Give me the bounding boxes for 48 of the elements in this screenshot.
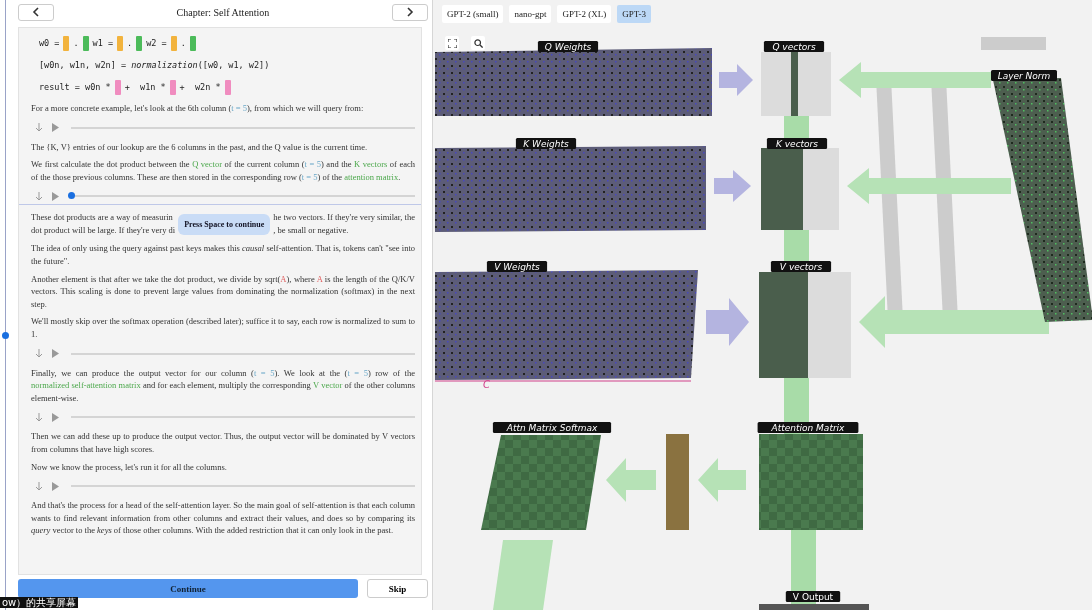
model-tab[interactable]: GPT-2 (XL) [557,5,612,23]
code-text: [w0n, w1n, w2n] = normalization([w0, w1, w2]) [39,60,270,70]
tooltip: Press Space to continue [178,213,271,235]
code-text: . [180,38,186,48]
block-label: Attention Matrix [757,422,859,433]
paragraph-fragment: , be small or negative. [273,224,349,238]
continue-button[interactable]: Continue [18,579,358,598]
dimension-label: C [483,379,490,390]
paragraph-fragment: he two vectors. If they're very similar, the [273,211,415,225]
paragraph: The {K, V} entries of our lookup are the 6 columns in the past, and the Q value is the current time. [31,140,369,154]
link[interactable]: V vector [312,380,343,391]
code-text: w2 = [146,38,167,48]
code-text: . [73,38,79,48]
paragraph: We first calculate the dot product between the Q vector of the current column (t = 5) and the K vectors of each of the those previous columns. These are then stored in the corresponding row (t = 5) of the attention matrix. [31,158,415,184]
screen-share-notice: ow）的共享屏幕 [0,597,79,608]
model-tab[interactable]: nano-gpt [509,5,552,23]
link[interactable]: normalized self-attention matrix [31,380,141,391]
block-label: V Weights [486,261,548,272]
paragraph: Another element is that after we take the dot product, we divide by sqrt(A), where A is the length of the Q/K/V vectors. This scaling is done to prevent large values from dominating the normalization (softmax) in the next step. [31,272,415,311]
code-text: + w1n * [124,82,166,92]
code-text: w0 = [39,38,60,48]
paragraph-fragment: dot product will be large. If they're very di [31,224,176,238]
block-label: Attn Matrix Softmax [492,422,612,433]
block-label: K Weights [515,138,577,149]
paragraph: Now we know the process, let's run it for all the columns. [31,460,228,474]
paragraph-fragment: These dot products are a way of measurin [31,211,174,225]
paragraph: And that's the process for a head of the self-attention layer. So the main goal of self-attention is that each column wants to find relevant information from other columns and extract their values, and does so by comparing its query vector to the keys of those other columns. With the added restriction that it can only look in the past. [31,499,415,537]
code-text: w1 = [92,38,114,48]
link[interactable]: K vectors [354,159,388,170]
skip-button[interactable]: Skip [367,579,428,598]
block-label: V vectors [770,261,832,272]
paragraph: For a more concrete example, let's look at the 6th column (t = 5), from which we will query from: [31,102,365,115]
block-label: Q Weights [537,41,599,52]
block-label: V Output [785,591,841,602]
model-tab[interactable]: GPT-3 [617,5,652,23]
code-text: . [127,38,133,48]
paragraph: Finally, we can produce the output vector for our column (t = 5). We look at the (t = 5) row of the normalized self-attention matrix and for each element, multiply the corresponding V vector of the other columns element-wise. [31,366,415,405]
model-tab[interactable]: GPT-2 (small) [442,5,504,23]
code-text: + w2n * [179,82,221,92]
paragraph: Then we can add these up to produce the output vector. Thus, the output vector will be dominated by V vectors from columns that have high scores. [31,430,415,456]
block-label: Layer Norm [991,70,1057,81]
chapter-title: Chapter: Self Attention [176,6,270,18]
paragraph: We'll mostly skip over the softmax operation (described later); suffice it to say, each row is normalized to sum to 1. [31,315,415,341]
link[interactable]: Q vector [192,159,223,170]
block-label: Q vectors [763,41,825,52]
paragraph: The idea of only using the query against past keys makes this causal self-attention. That is, tokens can't "see into the future". [31,242,415,268]
block-label: K vectors [766,138,828,149]
code-text: result = w0n * [39,82,111,92]
